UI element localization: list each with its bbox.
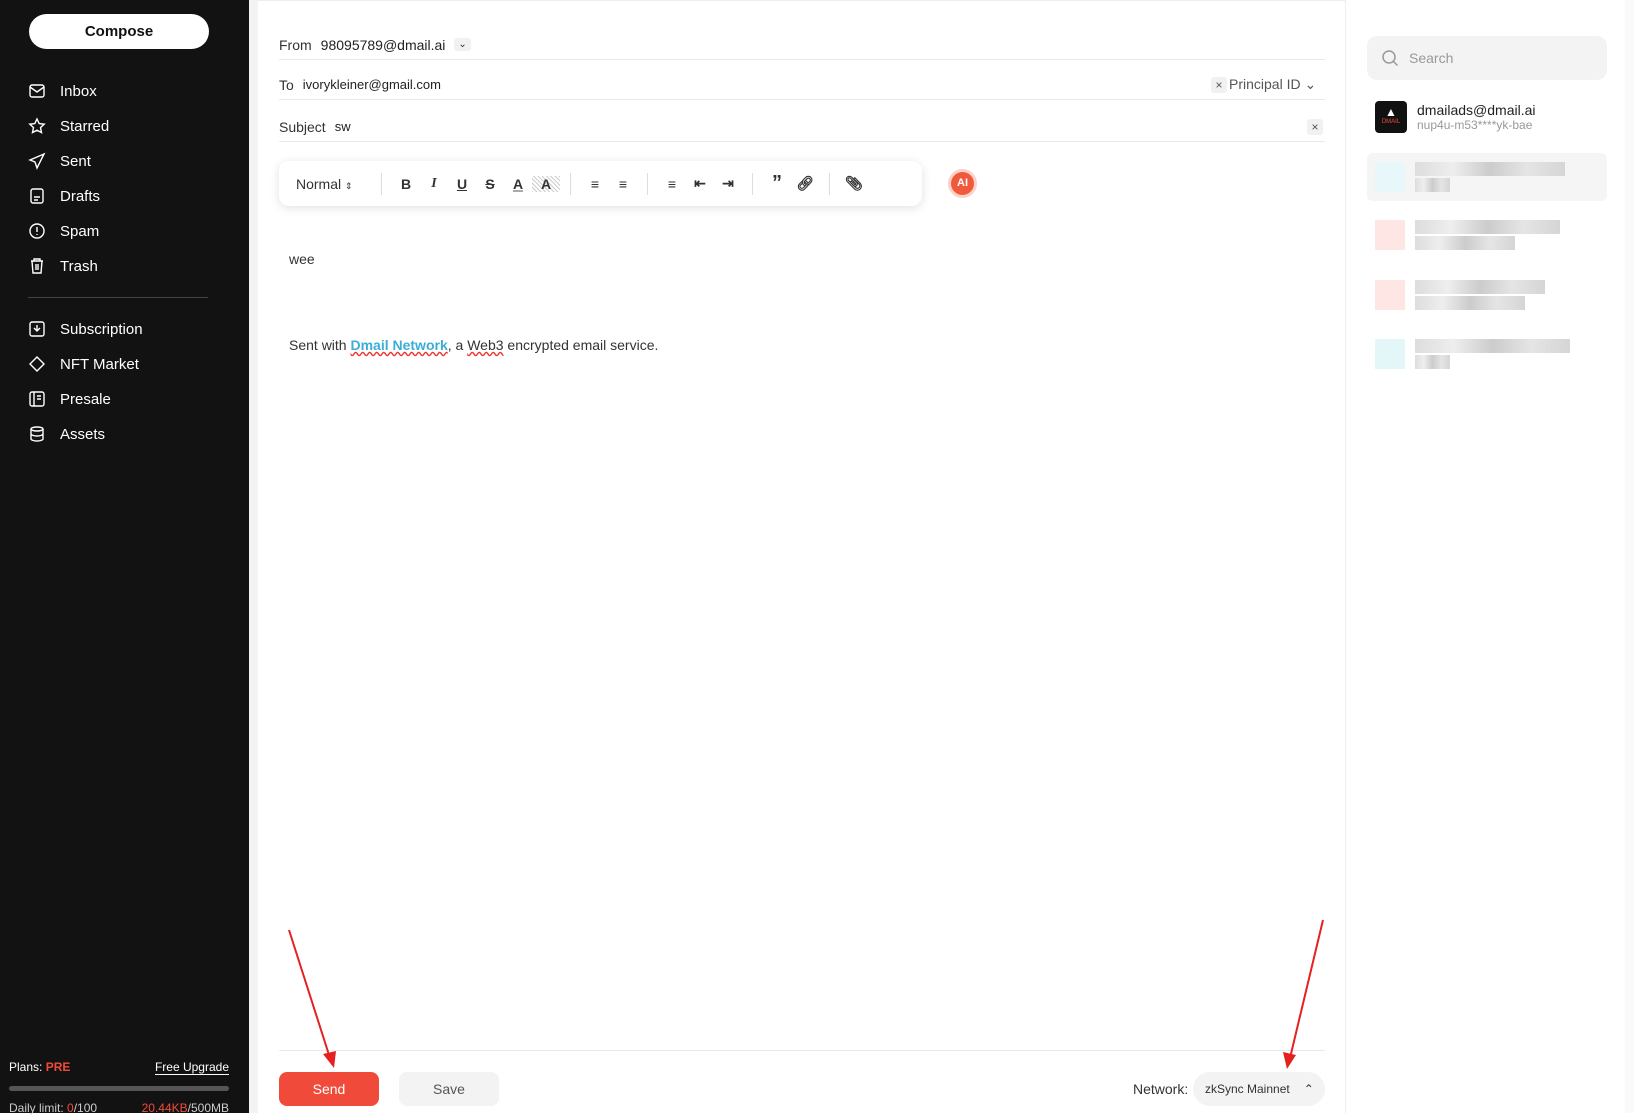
contact-item[interactable]: ▲ DMAIL dmailads@dmail.ai nup4u-m53****yk-…	[1367, 93, 1607, 141]
contact-item-blurred[interactable]	[1367, 211, 1607, 259]
search-icon	[1382, 50, 1399, 67]
contact-id: nup4u-m53****yk-bae	[1417, 118, 1533, 132]
contact-email: dmailads@dmail.ai	[1417, 102, 1536, 118]
contact-item-blurred[interactable]	[1367, 153, 1607, 201]
dmail-logo: ▲ DMAIL	[1375, 101, 1407, 133]
search-input[interactable]: Search	[1367, 36, 1607, 80]
avatar	[1375, 220, 1405, 250]
avatar	[1375, 280, 1405, 310]
scrollbar[interactable]	[1625, 0, 1634, 1113]
contact-item-blurred[interactable]	[1367, 271, 1607, 319]
red-arrow-network	[1283, 919, 1324, 1069]
avatar	[1375, 162, 1405, 192]
avatar	[1375, 339, 1405, 369]
contact-item-blurred[interactable]	[1367, 330, 1607, 378]
contacts-panel: Search ▲ DMAIL dmailads@dmail.ai nup4u-m53…	[1345, 0, 1625, 1113]
red-arrow-send	[288, 929, 336, 1068]
search-placeholder: Search	[1409, 50, 1454, 66]
